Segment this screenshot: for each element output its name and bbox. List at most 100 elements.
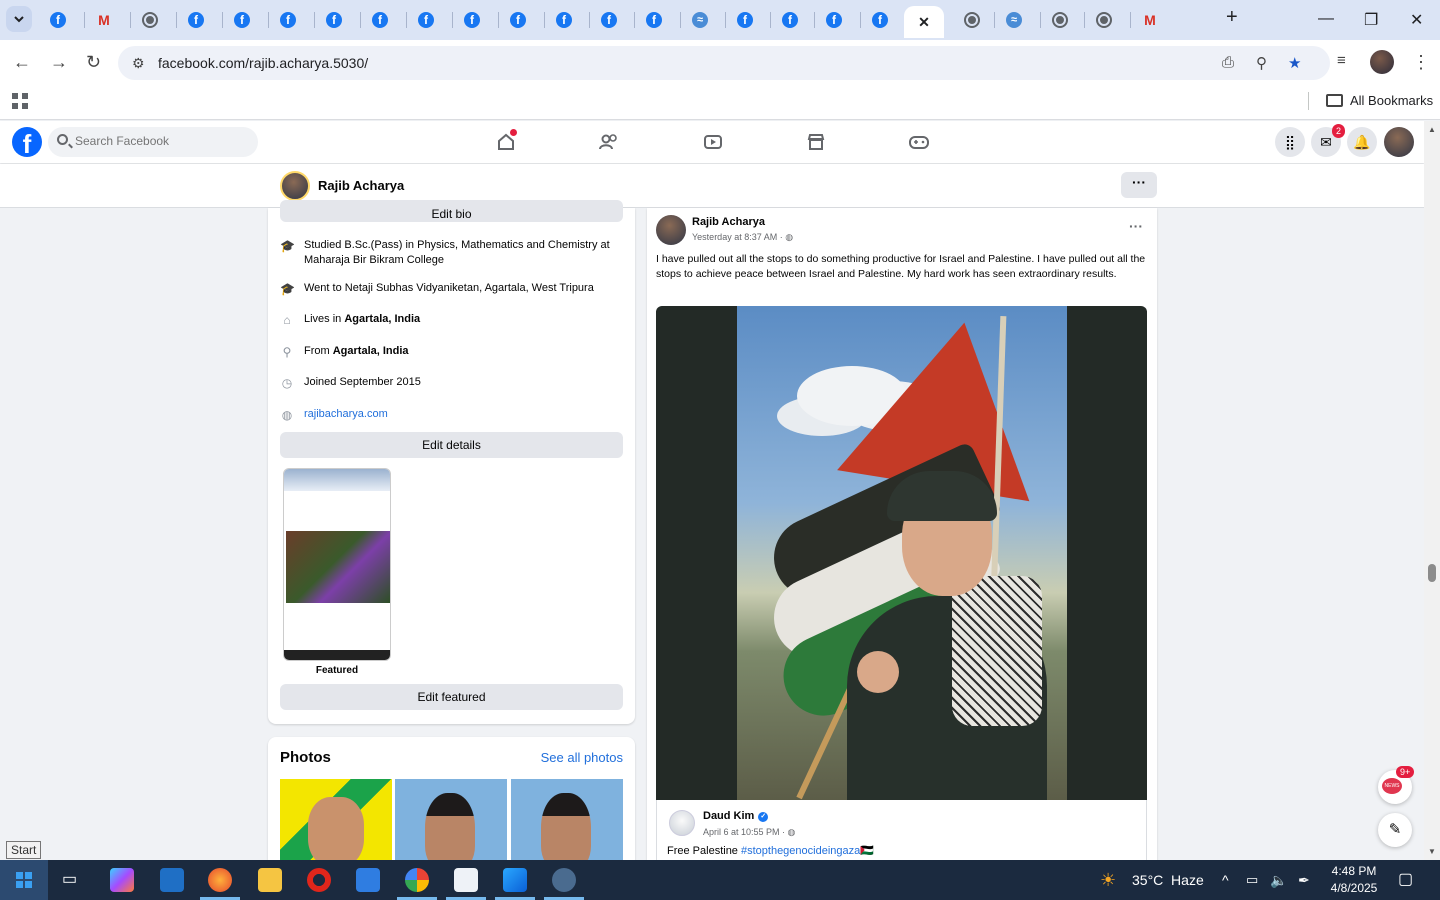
browser-tab[interactable] [733,8,757,32]
browser-tab[interactable] [92,8,116,32]
tab-search-button[interactable] [6,6,32,32]
install-app-icon[interactable]: ⎙ [1222,54,1234,71]
browser-menu-icon[interactable]: ⋮ [1412,52,1430,73]
facebook-search[interactable] [48,127,258,157]
search-input[interactable] [75,134,245,148]
minimize-button[interactable]: — [1318,10,1334,28]
see-all-photos-link[interactable]: See all photos [541,750,623,765]
browser-tab[interactable] [688,8,712,32]
browser-profile-avatar[interactable] [1370,50,1394,74]
friends-nav[interactable] [598,131,620,153]
window-close-button[interactable]: ✕ [1410,10,1423,30]
browser-tab[interactable] [597,8,621,32]
browser-tab[interactable] [1138,8,1162,32]
browser-tab[interactable] [778,8,802,32]
browser-tab[interactable] [138,8,162,32]
reload-button[interactable]: ↻ [86,52,101,73]
new-tab-button[interactable]: + [1226,6,1238,29]
browser-tab[interactable] [1002,8,1026,32]
post-options-button[interactable]: ··· [1129,218,1143,234]
snipping-tool-app-icon[interactable] [552,868,576,892]
browser-tab[interactable] [960,8,984,32]
facebook-logo[interactable]: f [12,127,42,157]
post-author-avatar[interactable] [656,215,686,245]
opera-app-icon[interactable] [307,868,331,892]
address-bar[interactable]: ⚙ facebook.com/rajib.acharya.5030/ ⎙ ⚲ ★ [118,46,1330,80]
browser-tab[interactable] [46,8,70,32]
close-icon[interactable]: ✕ [918,14,930,31]
video-nav[interactable] [702,131,724,153]
file-explorer-app-icon[interactable] [258,868,282,892]
pen-icon[interactable]: ✒ [1298,860,1310,900]
chrome-app-icon[interactable] [405,868,429,892]
browser-tab[interactable] [230,8,254,32]
remote-desktop-app-icon[interactable] [160,868,184,892]
network-icon[interactable]: ▭ [1246,860,1258,900]
profile-name[interactable]: Rajib Acharya [318,178,404,193]
store-app-icon[interactable] [356,868,380,892]
lives-in-place[interactable]: Agartala, India [344,313,420,325]
bookmark-star-icon[interactable]: ★ [1288,54,1301,72]
notifications-button[interactable]: 🔔 [1347,127,1377,157]
shared-timestamp[interactable]: April 6 at 10:55 PM · [703,827,788,837]
website-link[interactable]: rajibacharya.com [304,407,388,422]
browser-tab[interactable] [868,8,892,32]
photo-thumbnail[interactable] [395,779,507,867]
browser-tab[interactable] [322,8,346,32]
browser-tab[interactable] [1048,8,1072,32]
post-image[interactable] [656,306,1147,800]
page-scrollbar[interactable]: ▲ ▼ [1424,121,1440,860]
menu-button[interactable]: ⣿ [1275,127,1305,157]
url-text[interactable]: facebook.com/rajib.acharya.5030/ [158,55,368,71]
apps-grid-icon[interactable] [12,93,28,109]
folder-icon[interactable] [1326,94,1343,107]
photo-thumbnail[interactable] [280,779,392,867]
new-message-button[interactable]: ✎ [1378,813,1412,847]
maximize-button[interactable]: ❐ [1364,10,1378,30]
scroll-thumb[interactable] [1428,564,1436,582]
firefox-app-icon[interactable] [208,868,232,892]
weather-text[interactable]: 35°C Haze [1132,860,1204,900]
edit-details-button[interactable]: Edit details [280,432,623,458]
featured-thumbnail[interactable] [283,468,391,661]
account-avatar[interactable] [1384,127,1414,157]
task-view-icon[interactable]: ▭ [62,860,77,900]
profile-more-button[interactable]: ··· [1121,172,1157,198]
browser-tab[interactable] [184,8,208,32]
browser-tab[interactable] [506,8,530,32]
browser-tab[interactable] [822,8,846,32]
start-button[interactable] [0,860,48,900]
browser-tab[interactable] [276,8,300,32]
system-clock[interactable]: 4:48 PM 4/8/2025 [1318,863,1390,897]
home-nav[interactable] [495,129,517,153]
profile-avatar[interactable] [280,171,310,201]
all-bookmarks-label[interactable]: All Bookmarks [1350,93,1433,108]
edit-featured-button[interactable]: Edit featured [280,684,623,710]
media-controls-icon[interactable]: ≡ [1337,52,1346,69]
photos-app-icon[interactable] [503,868,527,892]
shared-author-avatar[interactable] [669,810,695,836]
from-place[interactable]: Agartala, India [333,345,409,357]
edit-bio-button[interactable]: Edit bio [280,200,623,222]
browser-tab-active[interactable]: ✕ [904,6,944,38]
browser-tab[interactable] [414,8,438,32]
scroll-down-arrow-icon[interactable]: ▼ [1428,847,1436,856]
shared-author-name[interactable]: Daud Kim [703,810,754,822]
zoom-icon[interactable]: ⚲ [1256,54,1267,72]
post-author[interactable]: Rajib Acharya [692,216,765,228]
browser-tab[interactable] [1092,8,1116,32]
copilot-app-icon[interactable] [110,868,134,892]
news-chat-bubble[interactable]: NEWS 9+ [1378,766,1415,804]
volume-icon[interactable]: 🔈 [1270,860,1287,900]
photo-thumbnail[interactable] [511,779,623,867]
messenger-button[interactable]: ✉ 2 [1311,124,1345,157]
weather-icon[interactable]: ☀ [1100,860,1116,900]
site-info-icon[interactable]: ⚙ [132,55,145,72]
forward-button[interactable]: → [50,52,68,73]
back-button[interactable]: ← [13,52,31,73]
notepad-app-icon[interactable] [454,868,478,892]
browser-tab[interactable] [460,8,484,32]
hashtag-link[interactable]: #stopthegenocideingaza [741,845,860,857]
show-hidden-icons[interactable]: ^ [1222,860,1229,900]
marketplace-nav[interactable] [805,131,827,153]
